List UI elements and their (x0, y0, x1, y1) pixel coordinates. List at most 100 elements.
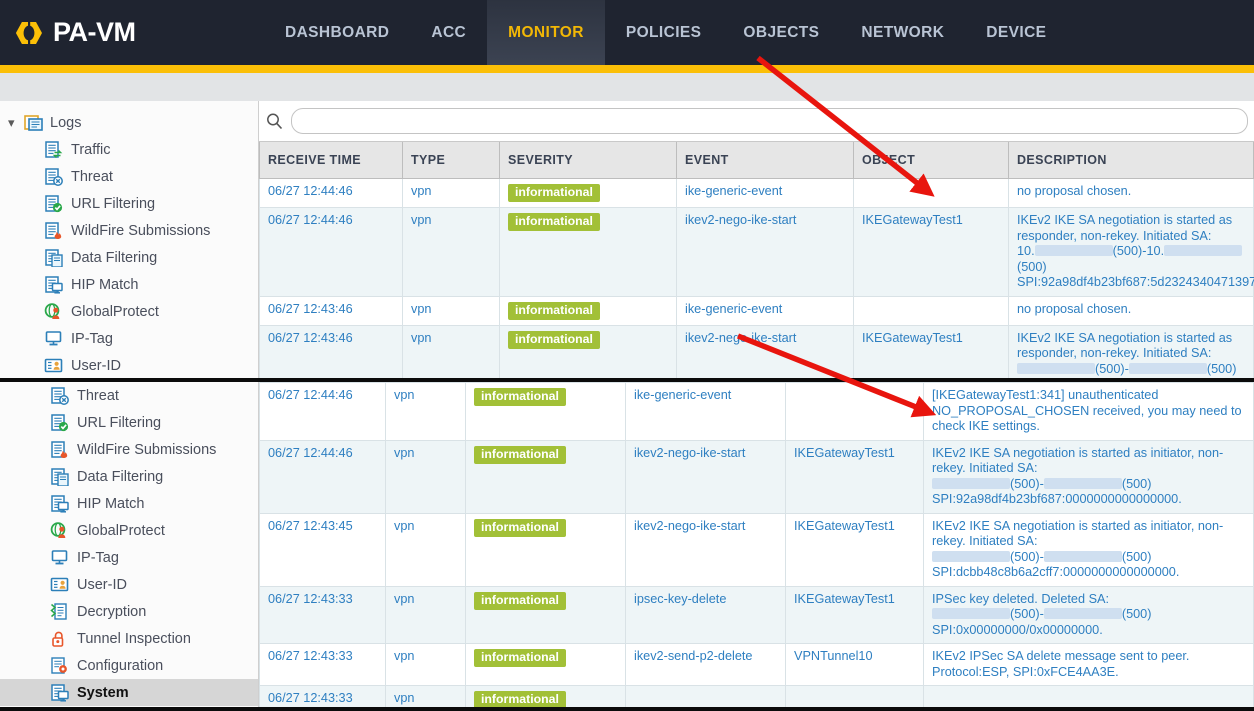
globalprotect-icon (50, 521, 69, 540)
sidebar-item-label: HIP Match (77, 496, 144, 512)
sidebar-item-data-filtering[interactable]: Data Filtering (0, 244, 258, 271)
table-header-row: RECEIVE TIME TYPE SEVERITY EVENT OBJECT … (260, 142, 1254, 179)
main-nav: DASHBOARD ACC MONITOR POLICIES OBJECTS N… (264, 0, 1067, 65)
redacted-value (1044, 608, 1122, 619)
sidebar-item-label: GlobalProtect (71, 304, 159, 320)
sidebar-item-list-overlay: ThreatURL FilteringWildFire SubmissionsD… (0, 382, 258, 707)
nav-monitor[interactable]: MONITOR (487, 0, 605, 65)
top-navigation-bar: PA-VM DASHBOARD ACC MONITOR POLICIES OBJ… (0, 0, 1254, 65)
sidebar-item-label: User-ID (71, 358, 121, 374)
cell-receive-time: 06/27 12:43:45 (260, 513, 386, 586)
sidebar-item-globalprotect[interactable]: GlobalProtect (0, 298, 258, 325)
wildfire-icon (50, 440, 69, 459)
sidebar-item-url-filtering[interactable]: URL Filtering (0, 190, 258, 217)
cell-type: vpn (386, 586, 466, 644)
search-input[interactable] (291, 108, 1248, 134)
cell-severity: informational (500, 296, 677, 325)
product-name: PA-VM (53, 19, 136, 46)
nav-network[interactable]: NETWORK (840, 0, 965, 65)
table-row[interactable]: 06/27 12:44:46vpninformationalikev2-nego… (260, 208, 1254, 297)
col-description[interactable]: DESCRIPTION (1009, 142, 1254, 179)
table-row[interactable]: 06/27 12:43:46vpninformationalike-generi… (260, 296, 1254, 325)
chevron-down-icon[interactable]: ▾ (8, 116, 24, 129)
cell-object: IKEGatewayTest1 (786, 513, 924, 586)
tunnel-inspection-icon (50, 629, 69, 648)
sidebar-item-globalprotect[interactable]: GlobalProtect (0, 517, 258, 544)
table-row[interactable]: 06/27 12:44:46vpninformationalikev2-nego… (260, 440, 1254, 513)
sidebar-item-ip-tag[interactable]: IP-Tag (0, 325, 258, 352)
sidebar-item-user-id[interactable]: User-ID (0, 352, 258, 379)
col-severity[interactable]: SEVERITY (500, 142, 677, 179)
log-rows-bottom: 06/27 12:44:46vpninformationalike-generi… (260, 383, 1254, 708)
traffic-log-icon (44, 140, 63, 159)
cell-severity: informational (466, 644, 626, 686)
col-object[interactable]: OBJECT (854, 142, 1009, 179)
cell-event: ikev2-nego-ike-start (626, 440, 786, 513)
col-type[interactable]: TYPE (403, 142, 500, 179)
status-badge: informational (508, 302, 600, 320)
search-bar (259, 101, 1254, 142)
sidebar-item-wildfire-submissions[interactable]: WildFire Submissions (0, 217, 258, 244)
sidebar-item-label: IP-Tag (71, 331, 113, 347)
search-icon[interactable] (265, 112, 284, 131)
nav-dashboard[interactable]: DASHBOARD (264, 0, 410, 65)
table-row[interactable]: 06/27 12:43:33vpninformational (260, 686, 1254, 708)
nav-policies[interactable]: POLICIES (605, 0, 723, 65)
sidebar-item-alarms[interactable]: Alarms (0, 706, 258, 707)
sidebar-item-traffic[interactable]: Traffic (0, 136, 258, 163)
sidebar-item-label: HIP Match (71, 277, 138, 293)
redacted-value (932, 608, 1010, 619)
nav-objects[interactable]: OBJECTS (722, 0, 840, 65)
sidebar-item-user-id[interactable]: User-ID (0, 571, 258, 598)
sidebar-item-label: Threat (71, 169, 113, 185)
cell-object: IKEGatewayTest1 (786, 440, 924, 513)
nav-acc[interactable]: ACC (410, 0, 487, 65)
sidebar-item-ip-tag[interactable]: IP-Tag (0, 544, 258, 571)
sidebar-root-logs[interactable]: ▾ Logs (0, 109, 258, 136)
status-badge: informational (474, 649, 566, 667)
table-row[interactable]: 06/27 12:44:46vpninformationalike-generi… (260, 179, 1254, 208)
cell-severity: informational (466, 383, 626, 441)
sidebar-item-wildfire-submissions[interactable]: WildFire Submissions (0, 436, 258, 463)
overlay-screenshot-panel: ThreatURL FilteringWildFire SubmissionsD… (0, 378, 1254, 711)
table-row[interactable]: 06/27 12:43:45vpninformationalikev2-nego… (260, 513, 1254, 586)
table-row[interactable]: 06/27 12:44:46vpninformationalike-generi… (260, 383, 1254, 441)
cell-description: IKEv2 IPSec SA delete message sent to pe… (924, 644, 1254, 686)
hip-match-icon (44, 275, 63, 294)
cell-receive-time: 06/27 12:43:33 (260, 686, 386, 708)
cell-description (924, 686, 1254, 708)
sidebar-item-decryption[interactable]: Decryption (0, 598, 258, 625)
cell-description: IKEv2 IKE SA negotiation is started as i… (924, 440, 1254, 513)
redacted-value (932, 478, 1010, 489)
status-badge: informational (474, 592, 566, 610)
sidebar-item-threat[interactable]: Threat (0, 382, 258, 409)
sidebar-item-label: IP-Tag (77, 550, 119, 566)
col-event[interactable]: EVENT (677, 142, 854, 179)
user-id-icon (50, 575, 69, 594)
nav-device[interactable]: DEVICE (965, 0, 1067, 65)
sidebar-item-system[interactable]: System (0, 679, 258, 706)
cell-description: no proposal chosen. (1009, 296, 1254, 325)
sidebar-item-url-filtering[interactable]: URL Filtering (0, 409, 258, 436)
sidebar-item-label: WildFire Submissions (71, 223, 210, 239)
ip-tag-icon (50, 548, 69, 567)
sidebar-item-tunnel-inspection[interactable]: Tunnel Inspection (0, 625, 258, 652)
cell-object (786, 383, 924, 441)
sidebar-root-label: Logs (50, 115, 81, 131)
redacted-value (1044, 478, 1122, 489)
table-row[interactable]: 06/27 12:43:33vpninformationalipsec-key-… (260, 586, 1254, 644)
sidebar-item-threat[interactable]: Threat (0, 163, 258, 190)
sidebar-item-hip-match[interactable]: HIP Match (0, 271, 258, 298)
table-row[interactable]: 06/27 12:43:33vpninformationalikev2-send… (260, 644, 1254, 686)
sidebar-item-data-filtering[interactable]: Data Filtering (0, 463, 258, 490)
sidebar-item-configuration[interactable]: Configuration (0, 652, 258, 679)
log-table-top: RECEIVE TIME TYPE SEVERITY EVENT OBJECT … (259, 142, 1254, 399)
cell-description: [IKEGatewayTest1:341] unauthenticated NO… (924, 383, 1254, 441)
status-badge: informational (474, 519, 566, 537)
globalprotect-icon (44, 302, 63, 321)
sidebar-item-label: URL Filtering (77, 415, 161, 431)
sidebar-item-label: URL Filtering (71, 196, 155, 212)
sidebar-item-hip-match[interactable]: HIP Match (0, 490, 258, 517)
redacted-value (1017, 363, 1095, 374)
col-receive-time[interactable]: RECEIVE TIME (260, 142, 403, 179)
